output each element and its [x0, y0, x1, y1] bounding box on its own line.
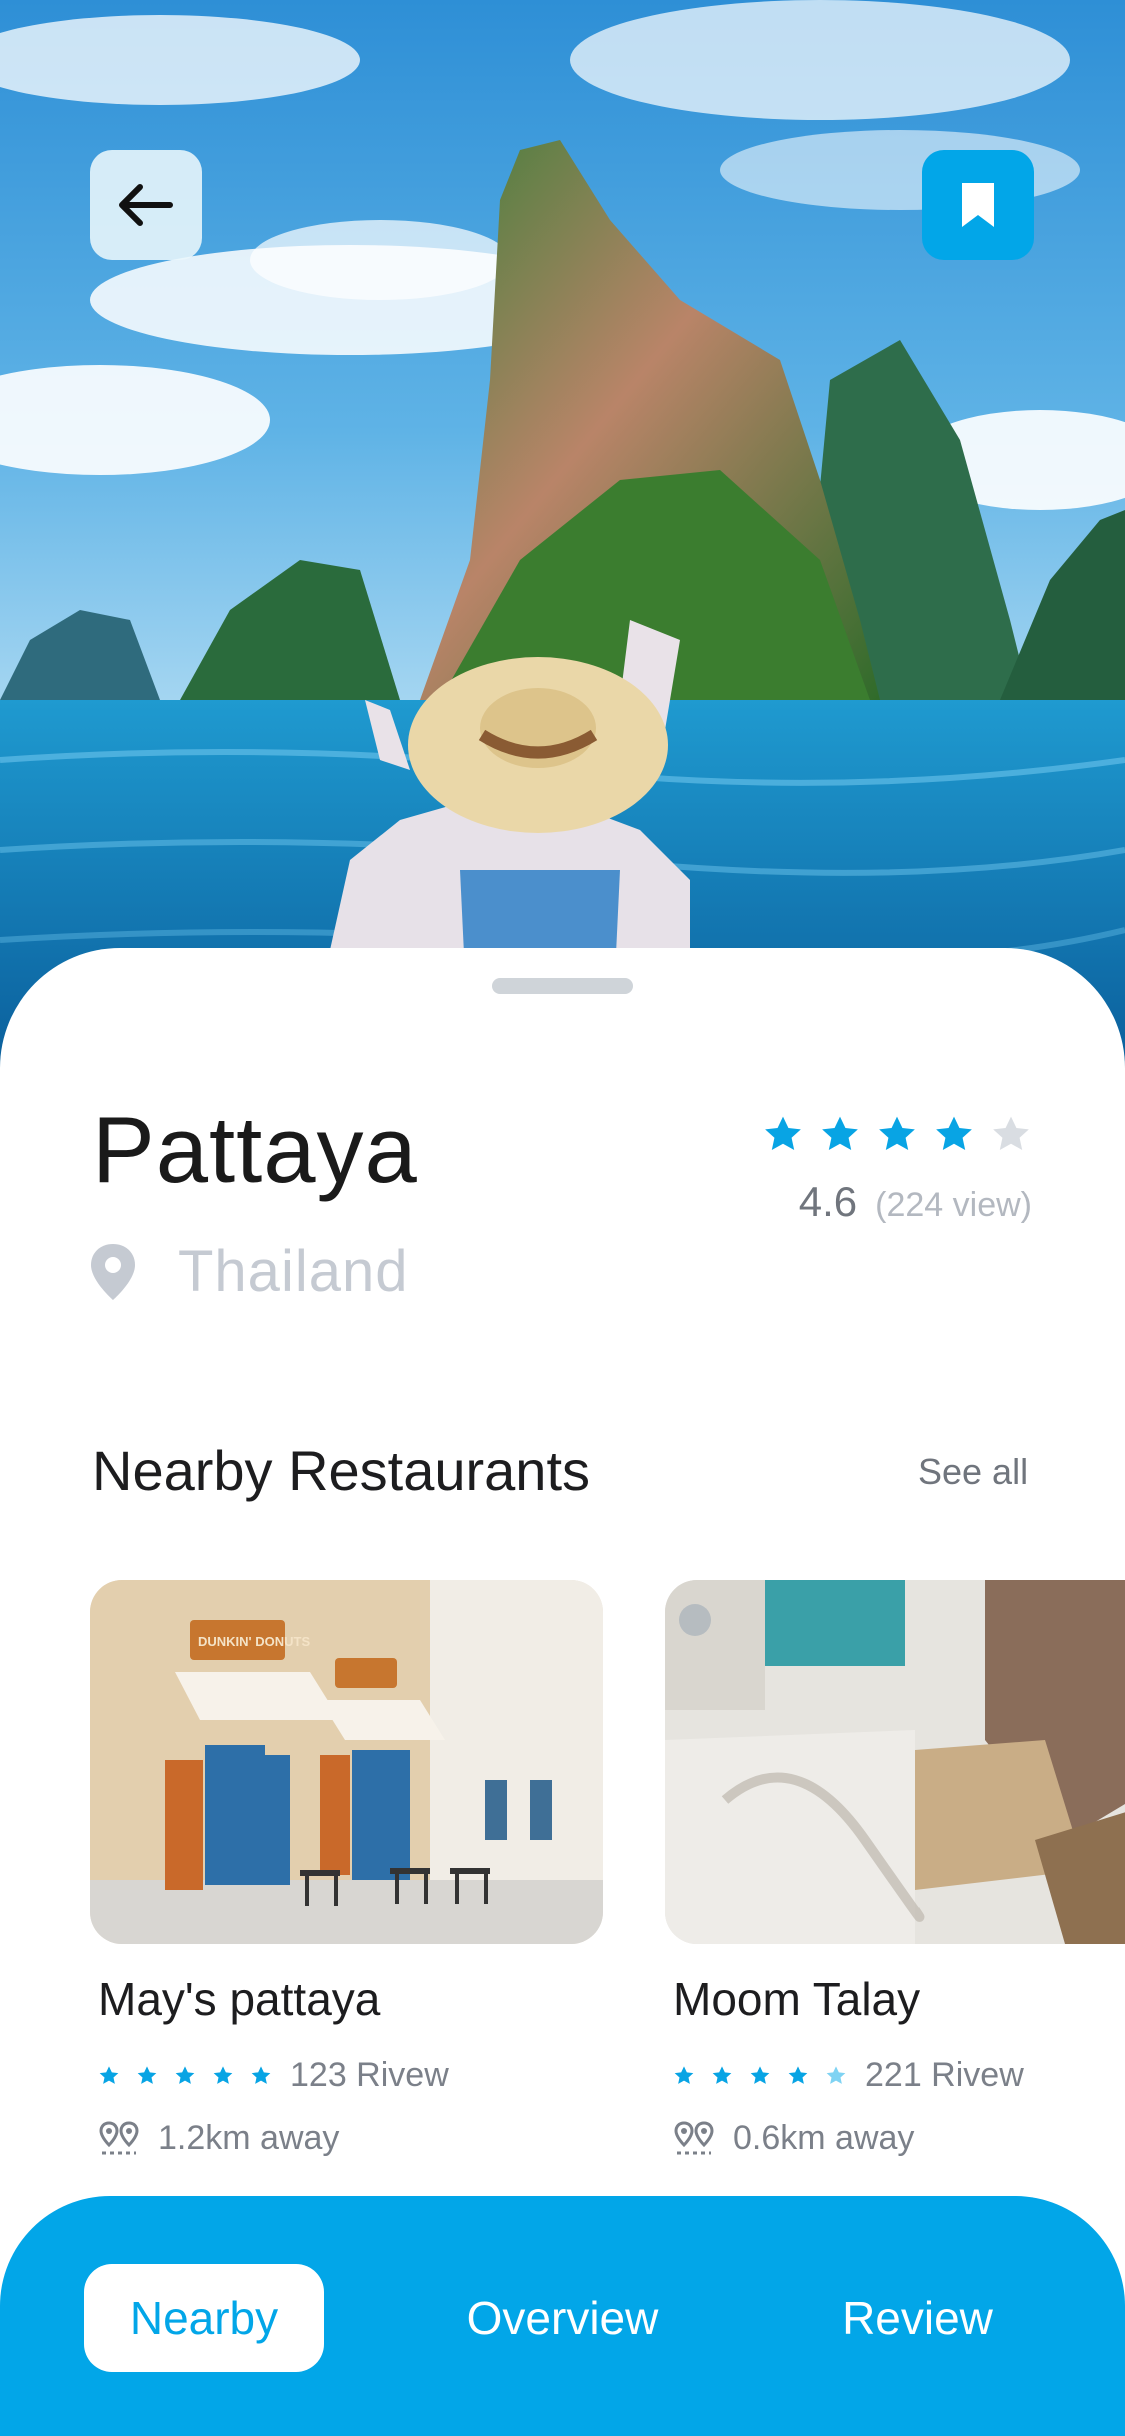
arrow-left-icon [119, 184, 173, 226]
distance-row: 0.6km away [673, 2119, 1125, 2158]
pins-distance-icon [674, 2120, 714, 2154]
star-icon [213, 2065, 233, 2084]
location-row: Thailand [88, 1238, 408, 1305]
restaurant-image [665, 1580, 1125, 1944]
distance-text: 0.6km away [733, 2119, 915, 2157]
pins-distance-icon [99, 2120, 139, 2154]
restaurant-image: DUNKIN' DONUTS [90, 1580, 603, 1944]
star-icon [750, 2065, 770, 2084]
restaurant-stars [98, 2065, 288, 2087]
distance-text: 1.2km away [158, 2119, 340, 2157]
star-icon [137, 2065, 157, 2084]
restaurant-meta: 221 Rivew [673, 2056, 1125, 2095]
restaurant-meta: 123 Rivew [98, 2056, 603, 2095]
rating-views: (224 view) [875, 1186, 1032, 1224]
restaurant-stars [673, 2065, 863, 2087]
location-pin-icon [91, 1243, 135, 1300]
star-icon [822, 1116, 858, 1151]
star-icon [674, 2065, 694, 2084]
star-icon [879, 1116, 915, 1151]
rating-score: 4.6 [798, 1178, 858, 1225]
star-icon [788, 2065, 808, 2084]
star-icon [826, 2065, 846, 2084]
star-icon [936, 1116, 972, 1151]
place-rating: 4.6 (224 view) [762, 1114, 1032, 1226]
star-icon [712, 2065, 732, 2084]
shop-sign-text: DUNKIN' DONUTS [198, 1634, 310, 1649]
review-count: 123 Rivew [290, 2056, 449, 2094]
tab-review[interactable]: Review [800, 2264, 1035, 2372]
bottom-tab-bar: Nearby Overview Review [0, 2196, 1125, 2436]
tab-nearby[interactable]: Nearby [84, 2264, 324, 2372]
section-title: Nearby Restaurants [92, 1439, 591, 1502]
star-icon [99, 2065, 119, 2084]
restaurant-card[interactable]: Moom Talay 221 Rivew 0.6km away [665, 1580, 1125, 2158]
review-count: 221 Rivew [865, 2056, 1024, 2094]
location-text: Thailand [178, 1239, 409, 1304]
restaurant-name: May's pattaya [98, 1973, 381, 2025]
distance-row: 1.2km away [98, 2119, 603, 2158]
tab-overview[interactable]: Overview [420, 2264, 705, 2372]
star-icon [175, 2065, 195, 2084]
bookmark-button[interactable] [922, 150, 1034, 260]
drag-handle[interactable] [492, 978, 633, 994]
place-title: Pattaya [92, 1097, 418, 1202]
restaurant-name: Moom Talay [673, 1973, 921, 2025]
back-button[interactable] [90, 150, 202, 260]
bookmark-icon [962, 183, 994, 227]
see-all-link[interactable]: See all [918, 1451, 1028, 1493]
star-icon [251, 2065, 271, 2084]
star-icon [993, 1116, 1029, 1151]
rating-stars [762, 1114, 1032, 1156]
star-icon [765, 1116, 801, 1151]
restaurant-card[interactable]: DUNKIN' DONUTS May's pattaya 123 Rivew 1… [90, 1580, 603, 2158]
